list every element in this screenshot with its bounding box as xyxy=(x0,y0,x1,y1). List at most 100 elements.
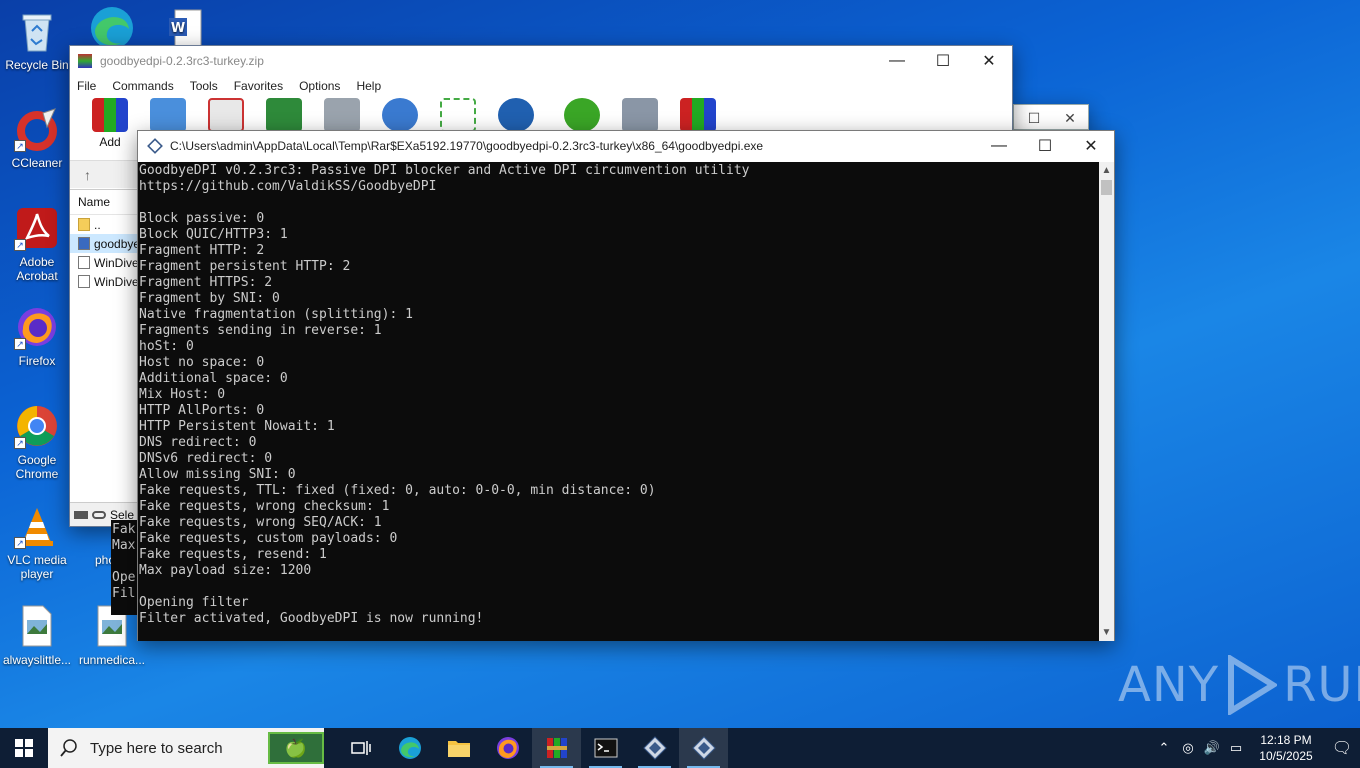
list-item[interactable]: WinDive xyxy=(70,272,140,291)
console-line: Mix Host: 0 xyxy=(139,387,226,402)
list-item[interactable]: goodbye xyxy=(70,234,140,253)
adobe-acrobat-icon: ↗ xyxy=(14,205,60,251)
maximize-icon[interactable]: ☐ xyxy=(1022,131,1068,161)
taskbar-console[interactable] xyxy=(581,728,630,768)
close-icon[interactable]: ✕ xyxy=(966,46,1012,76)
scroll-up-icon[interactable]: ▲ xyxy=(1099,162,1114,179)
window-title: goodbyedpi-0.2.3rc3-turkey.zip xyxy=(100,54,264,68)
recycle-bin-icon xyxy=(14,8,60,54)
taskbar-winrar[interactable] xyxy=(532,728,581,768)
column-header-name[interactable]: Name xyxy=(70,190,140,215)
console-line: Max payload size: 1200 xyxy=(139,563,312,578)
terminal-icon xyxy=(594,738,617,758)
vlc-cone-icon: ↗ xyxy=(14,503,60,549)
desktop-icon-label: CCleaner xyxy=(11,156,63,170)
console-app-icon xyxy=(147,138,163,154)
console-line: Opening filter xyxy=(139,595,249,610)
up-arrow-icon[interactable]: ↑ xyxy=(84,167,91,183)
add-archive-icon xyxy=(92,98,128,132)
taskbar-goodbyedpi[interactable] xyxy=(630,728,679,768)
console-line: Fragment HTTP: 2 xyxy=(139,243,265,258)
system-tray: ⌃ ◎ 🔊 ▭ 12:18 PM 10/5/2025 🗨 xyxy=(1152,728,1360,768)
taskbar-file-explorer[interactable] xyxy=(434,728,483,768)
taskbar-firefox[interactable] xyxy=(483,728,532,768)
task-view-button[interactable] xyxy=(336,728,385,768)
desktop-icon-adobe-acrobat[interactable]: ↗ Adobe Acrobat xyxy=(0,205,74,283)
list-item[interactable]: .. xyxy=(70,215,140,234)
desktop-icon-google-chrome[interactable]: ↗ Google Chrome xyxy=(0,403,74,481)
taskbar-edge[interactable] xyxy=(385,728,434,768)
comment-icon xyxy=(622,98,658,132)
maximize-icon[interactable]: ☐ xyxy=(920,46,966,76)
search-box[interactable]: Type here to search 🍏 xyxy=(48,728,324,768)
ccleaner-icon: ↗ xyxy=(14,106,60,152)
menu-help[interactable]: Help xyxy=(356,79,381,93)
network-icon[interactable]: ▭ xyxy=(1224,740,1248,756)
console-line: HTTP Persistent Nowait: 1 xyxy=(139,419,335,434)
menu-bar: File Commands Tools Favorites Options He… xyxy=(70,76,1012,96)
menu-favorites[interactable]: Favorites xyxy=(234,79,283,93)
close-icon[interactable]: ✕ xyxy=(1052,110,1088,127)
clock[interactable]: 12:18 PM 10/5/2025 xyxy=(1248,732,1324,764)
desktop-icon-ccleaner[interactable]: ↗ CCleaner xyxy=(0,106,74,170)
desktop-icon-label: runmedica... xyxy=(78,653,146,667)
winrar-background-window[interactable]: ☐ ✕ xyxy=(1013,104,1089,130)
menu-commands[interactable]: Commands xyxy=(112,79,173,93)
desktop-icon-firefox[interactable]: ↗ Firefox xyxy=(0,304,74,368)
desktop-icon-label: alwayslittle... xyxy=(2,653,72,667)
console-line: hoSt: 0 xyxy=(139,339,194,354)
file-name: WinDive xyxy=(94,255,139,270)
file-name: .. xyxy=(94,217,101,232)
console-titlebar[interactable]: C:\Users\admin\AppData\Local\Temp\Rar$EX… xyxy=(138,131,1114,161)
console-output[interactable]: GoodbyeDPI v0.2.3rc3: Passive DPI blocke… xyxy=(138,162,1100,641)
magic-wand-icon xyxy=(440,98,476,132)
desktop-icon-recycle-bin[interactable]: Recycle Bin xyxy=(0,8,74,72)
list-item[interactable]: WinDive xyxy=(70,253,140,272)
anyrun-watermark: ANY RUN xyxy=(1118,655,1360,715)
people-icon[interactable]: ◎ xyxy=(1176,740,1200,756)
notifications-icon[interactable]: 🗨 xyxy=(1324,738,1360,758)
clipboard-check-icon xyxy=(208,98,244,132)
windows-logo-icon xyxy=(15,739,33,757)
console-line: Block passive: 0 xyxy=(139,211,265,226)
console-line: DNSv6 redirect: 0 xyxy=(139,451,273,466)
firefox-icon: ↗ xyxy=(14,304,60,350)
add-button-label: Add xyxy=(99,135,121,149)
scroll-thumb[interactable] xyxy=(1101,180,1112,195)
menu-options[interactable]: Options xyxy=(299,79,340,93)
scroll-down-icon[interactable]: ▼ xyxy=(1099,624,1114,641)
close-icon[interactable]: ✕ xyxy=(1068,131,1114,161)
menu-file[interactable]: File xyxy=(77,79,96,93)
clock-date: 10/5/2025 xyxy=(1259,749,1313,763)
minimize-icon[interactable]: — xyxy=(874,46,920,76)
info-icon xyxy=(498,98,534,132)
volume-icon[interactable]: 🔊 xyxy=(1200,740,1224,756)
search-placeholder: Type here to search xyxy=(90,739,223,757)
console-line: Fragment by SNI: 0 xyxy=(139,291,280,306)
shortcut-arrow-icon: ↗ xyxy=(14,140,26,152)
winrar-titlebar[interactable]: goodbyedpi-0.2.3rc3-turkey.zip — ☐ ✕ xyxy=(70,46,1012,76)
console-line: Host no space: 0 xyxy=(139,355,265,370)
desktop-icon-vlc[interactable]: ↗ VLC media player xyxy=(0,503,74,581)
task-view-icon xyxy=(350,741,371,755)
console-line: Filter activated, GoodbyeDPI is now runn… xyxy=(139,611,484,626)
key-icon xyxy=(92,510,106,519)
add-button[interactable]: Add xyxy=(88,98,132,149)
file-list: Name .. goodbye WinDive WinDive xyxy=(70,189,140,504)
menu-tools[interactable]: Tools xyxy=(190,79,218,93)
vertical-scrollbar[interactable]: ▲ ▼ xyxy=(1099,162,1114,641)
chevron-up-icon[interactable]: ⌃ xyxy=(1152,740,1176,756)
console-window[interactable]: C:\Users\admin\AppData\Local\Temp\Rar$EX… xyxy=(137,130,1115,641)
exe-file-icon xyxy=(78,237,90,250)
console-line: GoodbyeDPI v0.2.3rc3: Passive DPI blocke… xyxy=(139,163,750,178)
bug-scan-icon xyxy=(564,98,600,132)
minimize-icon[interactable]: — xyxy=(976,131,1022,161)
winrar-app-icon xyxy=(78,54,92,68)
book-icon xyxy=(266,98,302,132)
maximize-icon[interactable]: ☐ xyxy=(1016,110,1052,127)
desktop-icon-alwayslittle[interactable]: alwayslittle... xyxy=(0,603,74,667)
start-button[interactable] xyxy=(0,728,48,768)
console-line: Allow missing SNI: 0 xyxy=(139,467,296,482)
taskbar-goodbyedpi-2[interactable] xyxy=(679,728,728,768)
sfx-archive-icon xyxy=(680,98,716,132)
